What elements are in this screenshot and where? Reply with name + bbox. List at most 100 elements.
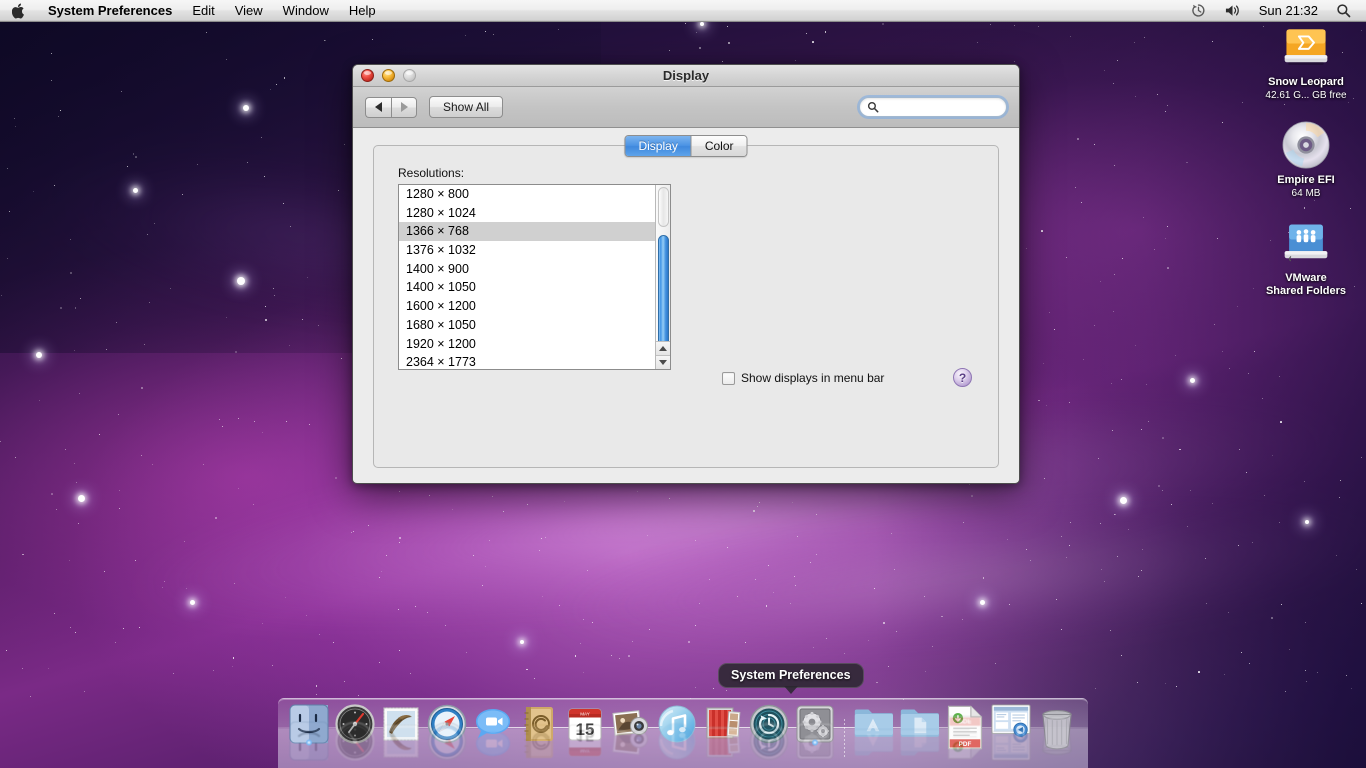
tab-group: Display Color [624, 135, 748, 157]
dock-item-ical[interactable]: MAY15MAY15 [562, 702, 608, 768]
dock-shelf: MAY15MAY15PDFPDF [278, 698, 1088, 768]
dock-icon-reflection [749, 721, 789, 761]
resolutions-label: Resolutions: [398, 166, 465, 180]
desktop-icon-snow-leopard[interactable]: Snow Leopard 42.61 G... GB free [1247, 22, 1365, 102]
dock-item-mail[interactable] [378, 702, 424, 768]
desktop-icon-vmware-shared-folders[interactable]: VMware Shared Folders [1247, 218, 1365, 298]
scrollbar-track-cap [658, 187, 669, 227]
scroll-down-button[interactable] [656, 355, 670, 369]
resolution-row[interactable]: 1400 × 900 [399, 260, 655, 279]
show-displays-checkbox[interactable] [722, 371, 735, 385]
resolution-row[interactable]: 1376 × 1032 [399, 241, 655, 260]
dock-icon-reflection: MAY 15 [565, 724, 605, 761]
dock-icon-reflection [427, 721, 467, 761]
dock-item-safari[interactable] [424, 702, 470, 768]
display-preferences-window[interactable]: Display Show All Display Color Resolutio… [352, 64, 1020, 484]
svg-text:PDF: PDF [959, 717, 972, 724]
desktop-icon-label: VMware Shared Folders [1265, 272, 1347, 297]
menu-bar: System Preferences Edit View Window Help… [0, 0, 1366, 22]
desktop-icon-subtitle: 64 MB [1291, 188, 1321, 199]
navigation-buttons [365, 96, 417, 118]
back-arrow-icon [375, 102, 382, 112]
dock-item-itunes[interactable] [654, 702, 700, 768]
volume-menu[interactable] [1215, 0, 1250, 21]
dock-icon-reflection [381, 724, 421, 761]
search-field[interactable] [859, 97, 1007, 117]
window-titlebar[interactable]: Display [353, 65, 1019, 87]
dock-item-iphoto[interactable] [608, 702, 654, 768]
menu-item-help[interactable]: Help [339, 0, 386, 21]
hard-drive-icon [1247, 22, 1365, 72]
help-button[interactable]: ? [953, 368, 972, 387]
dock-item-documents[interactable] [896, 702, 942, 768]
scroll-up-button[interactable] [656, 341, 670, 355]
forward-button[interactable] [391, 96, 417, 118]
dock-item-finder[interactable] [286, 702, 332, 768]
dock-item-time-machine[interactable] [746, 702, 792, 768]
dock-item-address-book[interactable] [516, 702, 562, 768]
dock-icon-reflection: PDF [945, 715, 985, 761]
menu-item-window[interactable]: Window [273, 0, 339, 21]
desktop-icon-empire-efi[interactable]: Empire EFI 64 MB [1247, 120, 1365, 200]
dock-separator [838, 708, 850, 768]
dock-item-applications[interactable] [850, 702, 896, 768]
resolution-row[interactable]: 1400 × 1050 [399, 278, 655, 297]
time-machine-icon [1192, 4, 1205, 17]
dock-icon-reflection [611, 729, 651, 761]
menu-clock[interactable]: Sun 21:32 [1250, 0, 1327, 21]
svg-text:15: 15 [576, 726, 595, 745]
spotlight-search-icon [1337, 4, 1351, 18]
resolutions-scrollbar[interactable] [655, 185, 670, 369]
dock-icon-reflection [899, 728, 939, 761]
resolution-row[interactable]: 1680 × 1050 [399, 316, 655, 335]
apple-logo-icon [12, 3, 24, 18]
resolution-row[interactable]: 1366 × 768 [399, 222, 655, 242]
resolutions-listbox[interactable]: 1280 × 800 1280 × 1024 1366 × 768 1376 × 10… [398, 184, 671, 370]
resolution-row[interactable]: 1920 × 1200 [399, 335, 655, 354]
chevron-up-icon [659, 346, 667, 351]
optical-disc-icon [1247, 120, 1365, 170]
dock-item-pdf-document[interactable]: PDFPDF [942, 702, 988, 768]
resolution-row[interactable]: 1600 × 1200 [399, 297, 655, 316]
dock-item-screenshot[interactable] [988, 702, 1034, 768]
dock-item-photo-booth[interactable] [700, 702, 746, 768]
dock-icon-reflection [473, 727, 513, 761]
resolution-row[interactable]: 2364 × 1773 [399, 353, 655, 369]
dock-item-system-preferences[interactable] [792, 702, 838, 768]
svg-text:MAY: MAY [580, 712, 590, 717]
resolutions-list: 1280 × 800 1280 × 1024 1366 × 768 1376 × 10… [399, 185, 655, 369]
dock-icon-reflection [853, 728, 893, 761]
dock-tooltip: System Preferences [718, 663, 864, 688]
dock-icon-reflection [289, 721, 329, 761]
volume-speaker-icon [1225, 5, 1239, 16]
display-settings-panel: Resolutions: 1280 × 800 1280 × 1024 1366 ×… [373, 145, 999, 468]
dock-item-dashboard[interactable] [332, 702, 378, 768]
show-all-button[interactable]: Show All [429, 96, 504, 118]
time-machine-menu[interactable] [1182, 0, 1215, 21]
window-body: Display Color Resolutions: 1280 × 800 128… [353, 128, 1019, 482]
apple-menu[interactable] [0, 0, 38, 21]
dock-icon-reflection [795, 722, 835, 761]
show-displays-checkbox-row[interactable]: Show displays in menu bar [722, 371, 884, 385]
dock-running-indicator [811, 739, 819, 746]
dock-icon-reflection [703, 726, 743, 761]
menu-item-edit[interactable]: Edit [182, 0, 224, 21]
menu-item-view[interactable]: View [225, 0, 273, 21]
svg-text:MAY: MAY [580, 749, 590, 754]
spotlight-menu[interactable] [1327, 0, 1360, 21]
dock-icon-reflection [519, 724, 559, 761]
tab-color[interactable]: Color [690, 136, 747, 156]
search-input[interactable] [883, 100, 998, 114]
resolution-row[interactable]: 1280 × 1024 [399, 204, 655, 223]
network-shared-folder-icon [1247, 218, 1365, 268]
dock-icon-reflection [657, 722, 697, 761]
dock-item-trash[interactable] [1034, 702, 1080, 768]
desktop-icon-label: Snow Leopard [1268, 76, 1344, 88]
back-button[interactable] [365, 96, 391, 118]
tab-display[interactable]: Display [625, 136, 691, 156]
scrollbar-thumb[interactable] [658, 235, 669, 347]
dock-item-ichat[interactable] [470, 702, 516, 768]
chevron-down-icon [659, 360, 667, 365]
resolution-row[interactable]: 1280 × 800 [399, 185, 655, 204]
menu-app-name[interactable]: System Preferences [38, 0, 182, 21]
